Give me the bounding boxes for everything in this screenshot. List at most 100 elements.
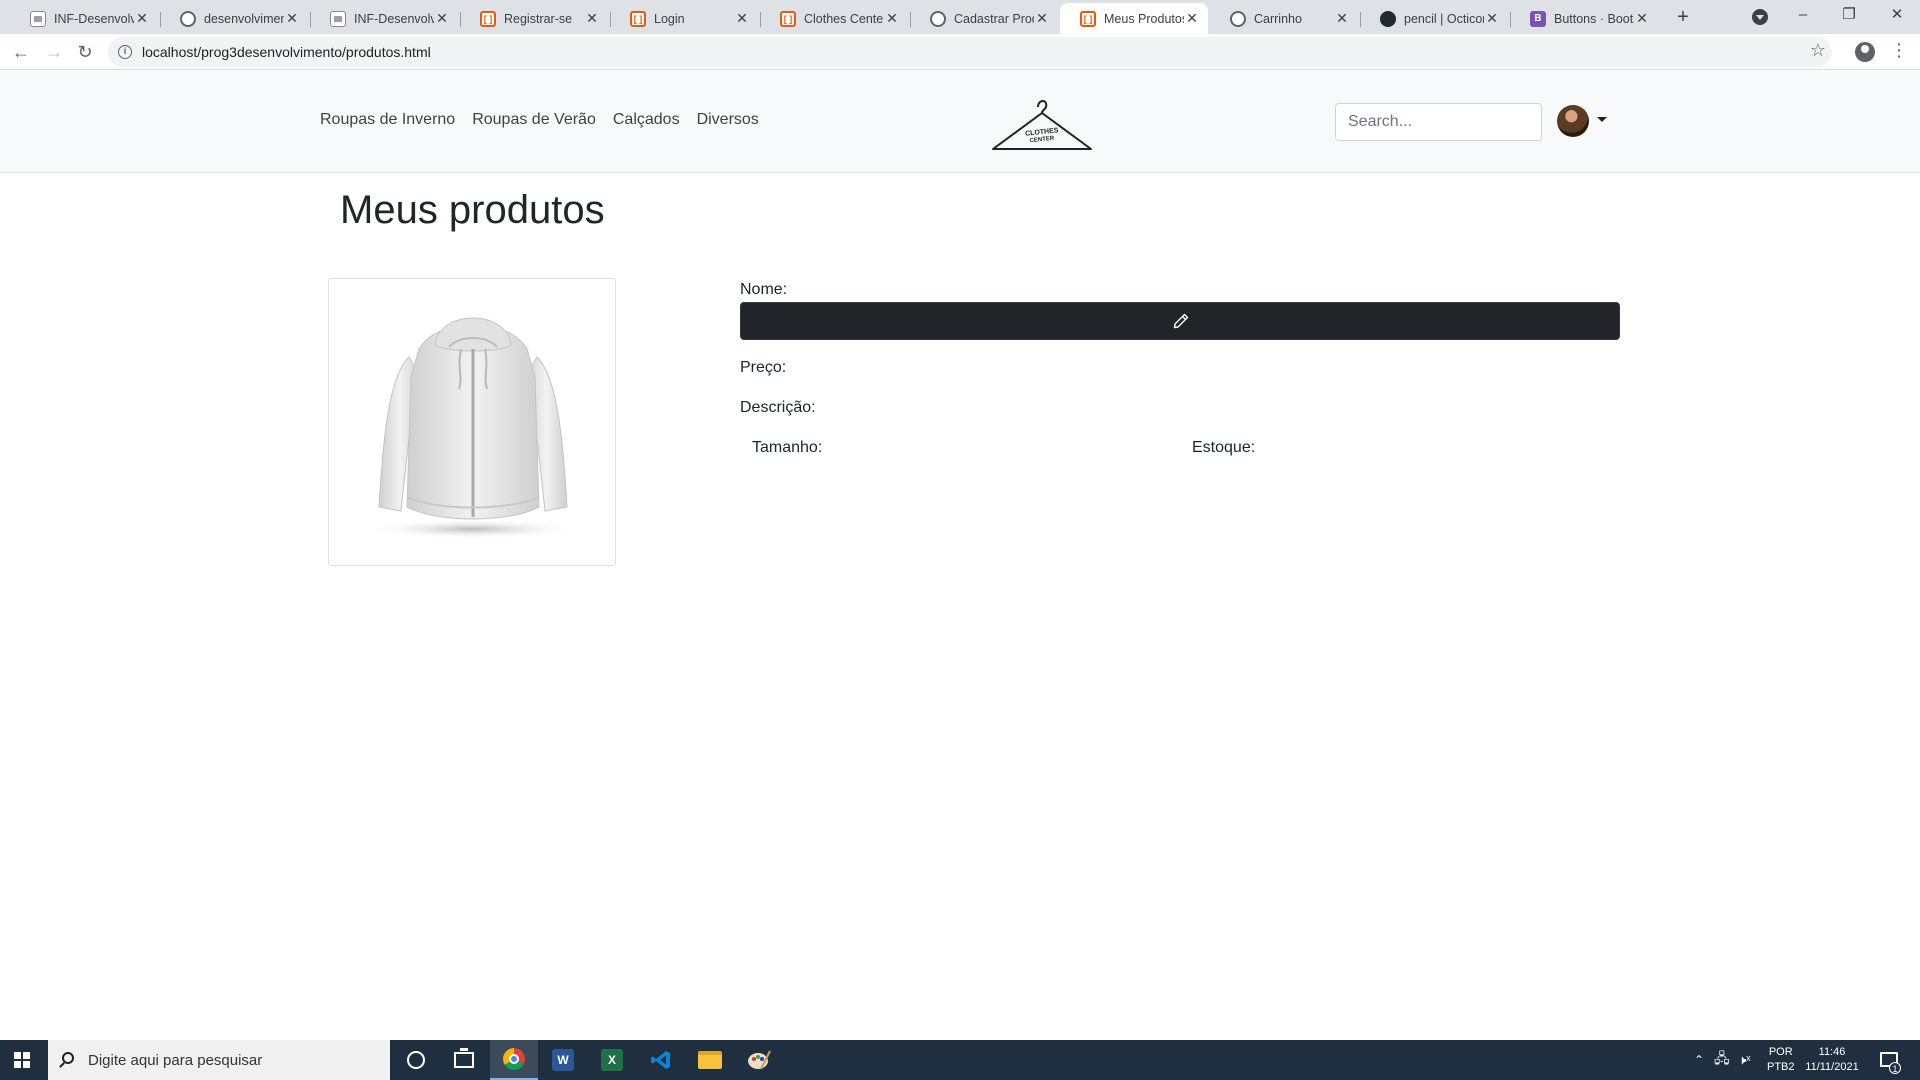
url-text[interactable]: localhost/prog3desenvolvimento/produtos.… bbox=[142, 44, 431, 60]
browser-menu-icon[interactable]: ⋮ bbox=[1890, 40, 1908, 61]
info-icon[interactable]: i bbox=[118, 45, 132, 59]
document-icon bbox=[30, 10, 46, 27]
browser-tab-title: Buttons · Bootstrap bbox=[1554, 11, 1634, 26]
browser-tab[interactable]: [ ] Clothes Center ✕ bbox=[760, 3, 908, 34]
taskbar-file-explorer[interactable] bbox=[686, 1040, 734, 1080]
browser-tab[interactable]: Carrinho ✕ bbox=[1210, 3, 1358, 34]
close-tab-icon[interactable]: ✕ bbox=[1634, 10, 1650, 27]
globe-icon bbox=[930, 10, 946, 27]
user-avatar[interactable] bbox=[1557, 105, 1589, 137]
taskbar-search-placeholder: Digite aqui para pesquisar bbox=[88, 1052, 263, 1069]
folder-icon bbox=[698, 1051, 722, 1069]
address-bar[interactable]: i localhost/prog3desenvolvimento/produto… bbox=[108, 37, 1832, 67]
keyboard-layout: PTB2 bbox=[1767, 1061, 1795, 1073]
browser-tab[interactable]: [ ] Registrar-se ✕ bbox=[460, 3, 608, 34]
taskbar-search-box[interactable]: Digite aqui para pesquisar bbox=[48, 1040, 390, 1080]
close-window-icon[interactable]: ✕ bbox=[1874, 0, 1920, 32]
estoque-label: Estoque: bbox=[1192, 439, 1256, 456]
bracket-icon: [ ] bbox=[480, 10, 496, 27]
cortana-icon bbox=[407, 1051, 425, 1069]
browser-tab-strip: INF-Desenvolvimento✕desenvolvimento✕INF-… bbox=[0, 0, 1920, 34]
logo-text-center: CENTER bbox=[1029, 136, 1055, 145]
site-navbar: Roupas de Inverno Roupas de Verão Calçad… bbox=[0, 71, 1920, 173]
close-tab-icon[interactable]: ✕ bbox=[1184, 10, 1200, 27]
browser-profile-icon[interactable] bbox=[1855, 42, 1875, 62]
excel-icon: X bbox=[601, 1049, 623, 1071]
taskbar-excel[interactable]: X bbox=[588, 1040, 636, 1080]
nav-link-roupas-de-inverno[interactable]: Roupas de Inverno bbox=[320, 111, 455, 129]
browser-tab[interactable]: desenvolvimento✕ bbox=[160, 3, 308, 34]
page-title: Meus produtos bbox=[340, 188, 605, 232]
restore-icon[interactable]: ❐ bbox=[1826, 0, 1872, 32]
browser-tab[interactable]: [ ] Login ✕ bbox=[610, 3, 758, 34]
nav-links: Roupas de Inverno Roupas de Verão Calçad… bbox=[320, 111, 759, 129]
browser-tab[interactable]: B Buttons · Bootstrap✕ bbox=[1510, 3, 1658, 34]
taskbar-clock[interactable]: 11:46 11/11/2021 bbox=[1802, 1045, 1862, 1075]
taskbar-paint[interactable] bbox=[735, 1040, 783, 1080]
close-tab-icon[interactable]: ✕ bbox=[1484, 10, 1500, 27]
browser-tab-title: Registrar-se bbox=[504, 11, 573, 26]
github-icon bbox=[1380, 10, 1396, 27]
clock-time: 11:46 bbox=[1818, 1046, 1846, 1058]
browser-tab[interactable]: INF-Desenvolvimento✕ bbox=[310, 3, 458, 34]
taskbar-vscode[interactable] bbox=[637, 1040, 685, 1080]
browser-tab[interactable]: [ ] Meus Produtos ✕ bbox=[1060, 3, 1208, 34]
bookmark-star-icon[interactable]: ☆ bbox=[1810, 40, 1826, 61]
close-tab-icon[interactable]: ✕ bbox=[434, 10, 450, 27]
network-icon[interactable]: 🖧 bbox=[1714, 1040, 1730, 1080]
browser-tab[interactable]: INF-Desenvolvimento✕ bbox=[10, 3, 158, 34]
notification-count-badge: 1 bbox=[1889, 1062, 1901, 1074]
close-tab-icon[interactable]: ✕ bbox=[884, 10, 900, 27]
close-tab-icon[interactable]: ✕ bbox=[134, 10, 150, 27]
taskbar-word[interactable]: W bbox=[539, 1040, 587, 1080]
hooded-jacket-image bbox=[363, 317, 583, 539]
browser-tab[interactable]: Cadastrar Produto✕ bbox=[910, 3, 1058, 34]
task-view-icon bbox=[454, 1048, 474, 1068]
minimize-icon[interactable]: – bbox=[1780, 0, 1826, 32]
language-indicator[interactable]: POR PTB2 bbox=[1767, 1045, 1795, 1075]
close-tab-icon[interactable]: ✕ bbox=[284, 10, 300, 27]
task-view-button[interactable] bbox=[440, 1040, 488, 1080]
descricao-label: Descrição: bbox=[740, 399, 816, 416]
browser-tab-title: Clothes Center bbox=[804, 11, 884, 26]
chevron-down-icon[interactable] bbox=[1597, 117, 1607, 122]
nav-link-roupas-de-verao[interactable]: Roupas de Verão bbox=[472, 111, 596, 129]
language-code: POR bbox=[1768, 1046, 1793, 1058]
product-image-card[interactable] bbox=[328, 278, 616, 566]
edit-name-button[interactable] bbox=[740, 302, 1620, 340]
close-tab-icon[interactable]: ✕ bbox=[734, 10, 750, 27]
clock-date: 11/11/2021 bbox=[1805, 1061, 1859, 1073]
document-icon bbox=[330, 10, 346, 27]
windows-start-icon[interactable] bbox=[14, 1052, 30, 1068]
reload-icon[interactable]: ↻ bbox=[73, 40, 97, 64]
search-input[interactable] bbox=[1335, 103, 1542, 141]
bracket-icon: [ ] bbox=[630, 10, 646, 27]
browser-tab-title: Cadastrar Produto bbox=[954, 11, 1034, 26]
new-tab-button[interactable]: + bbox=[1671, 6, 1695, 30]
close-tab-icon[interactable]: ✕ bbox=[1034, 10, 1050, 27]
browser-tab-title: Login bbox=[654, 11, 685, 26]
tamanho-label: Tamanho: bbox=[752, 439, 823, 456]
browser-tab-title: INF-Desenvolvimento bbox=[354, 11, 434, 26]
nav-link-diversos[interactable]: Diversos bbox=[697, 111, 759, 129]
bracket-icon: [ ] bbox=[780, 10, 796, 27]
windows-taskbar: Digite aqui para pesquisar W X ⌃ 🖧 🕨ˣ PO… bbox=[0, 1040, 1920, 1080]
pencil-icon bbox=[1173, 313, 1189, 329]
nome-label: Nome: bbox=[740, 281, 788, 298]
globe-icon bbox=[1230, 10, 1246, 27]
bracket-icon: [ ] bbox=[1080, 10, 1096, 27]
close-tab-icon[interactable]: ✕ bbox=[1334, 10, 1350, 27]
clothes-center-logo[interactable]: CLOTHES CENTER bbox=[990, 97, 1094, 153]
back-icon[interactable]: ← bbox=[9, 40, 33, 64]
nav-link-calcados[interactable]: Calçados bbox=[613, 111, 680, 129]
browser-tab[interactable]: pencil | Octicons✕ bbox=[1360, 3, 1508, 34]
cortana-button[interactable] bbox=[392, 1040, 440, 1080]
tab-search-icon[interactable] bbox=[1752, 9, 1768, 25]
show-hidden-icons[interactable]: ⌃ bbox=[1694, 1040, 1704, 1080]
forward-icon[interactable]: → bbox=[42, 40, 66, 64]
close-tab-icon[interactable]: ✕ bbox=[584, 10, 600, 27]
browser-tab-title: pencil | Octicons bbox=[1404, 11, 1484, 26]
browser-tab-title: desenvolvimento bbox=[204, 11, 284, 26]
taskbar-chrome[interactable] bbox=[490, 1040, 538, 1080]
volume-muted-icon[interactable]: 🕨ˣ bbox=[1738, 1040, 1750, 1080]
